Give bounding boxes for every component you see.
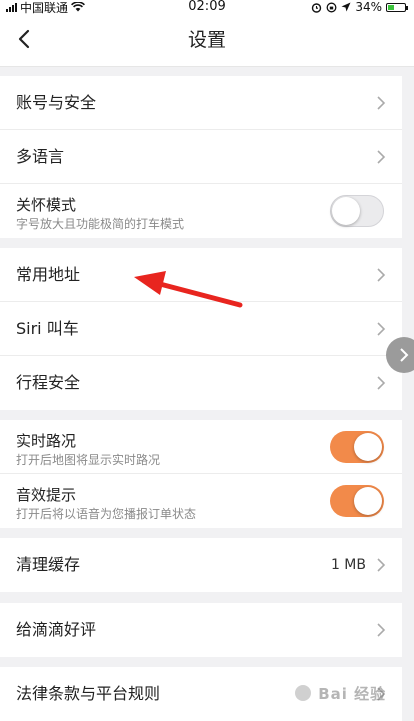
settings-group-map: 实时路况 打开后地图将显示实时路况 音效提示 打开后将以语音为您播报订单状态 — [0, 420, 402, 528]
status-bar: 中国联通 02:09 34% — [0, 0, 414, 15]
toggle-knob — [354, 433, 382, 461]
cache-size: 1 MB — [330, 557, 366, 573]
row-label: 清理缓存 — [16, 555, 81, 574]
settings-group-trip: 常用地址 Siri 叫车 行程安全 — [0, 248, 402, 410]
settings-row-language[interactable]: 多语言 — [0, 130, 402, 184]
chevron-right-icon — [377, 623, 386, 637]
toggle-knob — [354, 487, 382, 515]
alarm-icon — [312, 2, 322, 13]
watermark-text: Bai 经验 — [318, 685, 387, 703]
toggle-knob — [332, 197, 360, 225]
settings-row-siri[interactable]: Siri 叫车 — [0, 302, 402, 356]
row-label: 音效提示 — [16, 486, 77, 504]
settings-row-common-address[interactable]: 常用地址 — [0, 248, 402, 302]
row-label: 行程安全 — [16, 373, 81, 392]
row-label: 常用地址 — [16, 265, 81, 284]
row-label: 实时路况 — [16, 432, 77, 450]
row-subtitle: 打开后地图将显示实时路况 — [16, 453, 161, 467]
settings-group-account: 账号与安全 多语言 关怀模式 字号放大且功能极简的打车模式 — [0, 76, 402, 238]
nav-bar: 设置 — [0, 14, 414, 67]
row-label: 多语言 — [16, 147, 65, 166]
chevron-right-icon — [377, 268, 386, 282]
location-icon — [341, 2, 351, 12]
assistive-touch-button[interactable] — [386, 337, 414, 373]
row-label: 法律条款与平台规则 — [16, 684, 161, 703]
traffic-toggle[interactable] — [330, 431, 384, 463]
settings-row-traffic: 实时路况 打开后地图将显示实时路况 — [0, 420, 402, 474]
row-subtitle: 打开后将以语音为您播报订单状态 — [16, 507, 197, 521]
settings-group-rate: 给滴滴好评 — [0, 603, 402, 657]
watermark: Bai 经验 — [294, 683, 386, 704]
chevron-right-icon — [400, 348, 409, 362]
battery-icon — [386, 2, 408, 12]
chevron-right-icon — [377, 150, 386, 164]
care-mode-toggle[interactable] — [330, 195, 384, 227]
row-label: 给滴滴好评 — [16, 620, 97, 639]
settings-row-sound: 音效提示 打开后将以语音为您播报订单状态 — [0, 474, 402, 528]
settings-row-care-mode: 关怀模式 字号放大且功能极简的打车模式 — [0, 184, 402, 238]
rotation-lock-icon — [326, 2, 337, 12]
paw-icon — [295, 685, 311, 701]
page-title: 设置 — [187, 29, 226, 51]
settings-row-rate-app[interactable]: 给滴滴好评 — [0, 603, 402, 657]
settings-row-account-security[interactable]: 账号与安全 — [0, 76, 402, 130]
row-subtitle: 字号放大且功能极简的打车模式 — [16, 217, 185, 231]
sound-toggle[interactable] — [330, 485, 384, 517]
chevron-right-icon — [377, 322, 386, 336]
settings-row-clear-cache[interactable]: 清理缓存 1 MB — [0, 538, 402, 592]
status-right: 34% — [311, 0, 408, 14]
battery-percent: 34% — [355, 0, 382, 14]
settings-row-trip-safety[interactable]: 行程安全 — [0, 356, 402, 410]
chevron-right-icon — [377, 558, 386, 572]
row-label: Siri 叫车 — [16, 319, 79, 338]
row-label: 账号与安全 — [16, 93, 97, 112]
chevron-right-icon — [377, 376, 386, 390]
row-label: 关怀模式 — [16, 196, 77, 214]
chevron-right-icon — [377, 96, 386, 110]
settings-group-cache: 清理缓存 1 MB — [0, 538, 402, 592]
